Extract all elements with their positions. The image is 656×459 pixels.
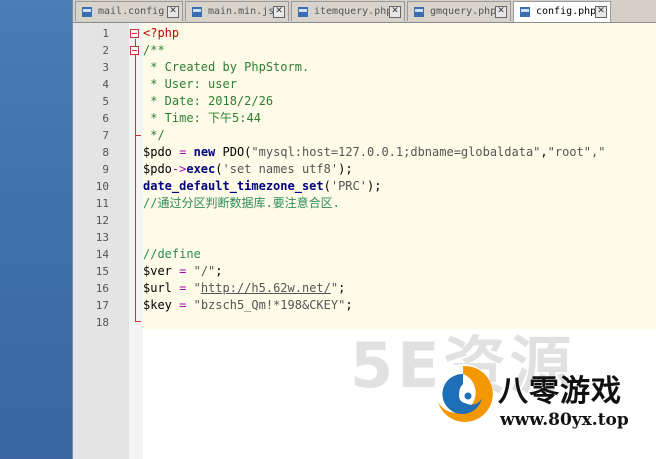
code-token: ( — [215, 162, 223, 176]
code-line-6: * Time: 下午5:44 — [143, 111, 261, 125]
code-line-10: date_default_timezone_set('PRC'); — [143, 178, 381, 195]
site-watermark: 八零游戏 www.80yx.top — [430, 352, 656, 459]
desktop-background-strip — [0, 0, 72, 459]
code-line-2: /** — [143, 43, 165, 57]
line-number-gutter: 1 2 3 4 5 6 7 8 9 10 11 12 13 14 15 16 1… — [73, 23, 129, 459]
code-line-5: * Date: 2018/2/26 — [143, 94, 274, 108]
close-icon[interactable]: ✕ — [389, 6, 401, 18]
tab-gmquery-php[interactable]: gmquery.php ✕ — [407, 1, 511, 21]
code-token: = — [171, 298, 194, 312]
code-token: 'PRC' — [330, 179, 367, 193]
code-token: $pdo — [143, 162, 172, 176]
code-token: " — [193, 281, 201, 295]
line-number: 6 — [102, 112, 109, 125]
code-token: exec — [186, 162, 216, 176]
code-token: $key — [143, 298, 172, 312]
code-token: "bzsch5_Qm!*198&CKEY" — [193, 298, 346, 312]
line-number: 14 — [95, 248, 109, 261]
fold-toggle-icon[interactable] — [130, 46, 139, 55]
code-token: "mysql:host=127.0.0.1;dbname=globaldata" — [251, 145, 541, 159]
line-number: 2 — [102, 44, 109, 57]
line-number: 15 — [95, 265, 109, 278]
tab-config-php[interactable]: config.php ✕ — [513, 1, 611, 22]
line-number: 4 — [102, 78, 109, 91]
code-token: 'set names utf8' — [222, 162, 339, 176]
close-icon[interactable]: ✕ — [495, 6, 507, 18]
code-token: $pdo — [143, 145, 172, 159]
fold-toggle-icon[interactable] — [130, 29, 139, 38]
code-line-3: * Created by PhpStorm. — [143, 60, 310, 74]
code-line-8: $pdo = new PDO("mysql:host=127.0.0.1;dbn… — [143, 144, 605, 161]
code-token: ); — [366, 179, 382, 193]
fold-guide-line — [135, 39, 136, 321]
tab-mail-config[interactable]: mail.config ✕ — [75, 1, 183, 21]
file-icon — [520, 7, 530, 17]
tab-label: mail.config — [98, 6, 165, 17]
line-number: 5 — [102, 95, 109, 108]
line-number: 16 — [95, 282, 109, 295]
line-number: 1 — [102, 27, 109, 40]
swirl-logo-icon — [433, 364, 493, 424]
file-icon — [192, 7, 202, 17]
code-token: ," — [590, 145, 606, 159]
tab-label: itemquery.php — [314, 6, 393, 17]
code-token: ( — [323, 179, 331, 193]
code-line-16: $url = "http://h5.62w.net/"; — [143, 280, 345, 297]
close-icon[interactable]: ✕ — [273, 6, 285, 18]
watermark-url: www.80yx.top — [500, 410, 629, 430]
code-token: = — [171, 145, 194, 159]
code-token: = — [171, 264, 194, 278]
code-token: = — [171, 281, 194, 295]
tab-itemquery-php[interactable]: itemquery.php ✕ — [291, 1, 405, 21]
line-number: 8 — [102, 146, 109, 159]
code-line-14: //define — [143, 247, 201, 261]
code-token: $url — [143, 281, 172, 295]
line-number: 12 — [95, 214, 109, 227]
code-token: ; — [338, 281, 346, 295]
code-token: "/" — [193, 264, 216, 278]
file-icon — [82, 7, 92, 17]
tab-label: main.min.js — [208, 6, 275, 17]
line-number: 10 — [95, 180, 109, 193]
code-token: $ver — [143, 264, 172, 278]
line-number: 7 — [102, 129, 109, 142]
fold-end-marker — [135, 135, 141, 136]
fold-margin — [129, 23, 143, 459]
code-line-15: $ver = "/"; — [143, 263, 223, 280]
code-token: ; — [215, 264, 223, 278]
tab-label: gmquery.php — [430, 6, 497, 17]
code-token: date_default_timezone_set — [143, 179, 324, 193]
tab-label: config.php — [536, 6, 597, 17]
line-number: 3 — [102, 61, 109, 74]
tab-main-min-js[interactable]: main.min.js ✕ — [185, 1, 289, 21]
line-number: 11 — [95, 197, 109, 210]
line-number: 17 — [95, 299, 109, 312]
code-token: ; — [345, 298, 353, 312]
code-line-7: */ — [143, 128, 165, 142]
code-line-17: $key = "bzsch5_Qm!*198&CKEY"; — [143, 297, 353, 314]
line-number: 13 — [95, 231, 109, 244]
code-token: PDO( — [215, 145, 252, 159]
code-token: , — [540, 145, 548, 159]
code-line-4: * User: user — [143, 77, 237, 91]
close-icon[interactable]: ✕ — [595, 6, 607, 18]
code-token: -> — [171, 162, 187, 176]
code-line-1: <?php — [143, 26, 180, 40]
file-icon — [414, 7, 424, 17]
code-url-link[interactable]: http://h5.62w.net/ — [201, 281, 331, 295]
line-number: 9 — [102, 163, 109, 176]
watermark-brand-name: 八零游戏 — [498, 374, 622, 409]
code-line-9: $pdo->exec('set names utf8'); — [143, 161, 353, 178]
code-token: "root" — [547, 145, 591, 159]
line-number: 18 — [95, 316, 109, 329]
file-icon — [298, 7, 308, 17]
tab-bar: mail.config ✕ main.min.js ✕ itemquery.ph… — [73, 0, 656, 23]
close-icon[interactable]: ✕ — [167, 6, 179, 18]
fold-end-marker — [135, 321, 141, 322]
code-line-11: //通过分区判断数据库.要注意合区. — [143, 196, 340, 210]
code-token: ); — [338, 162, 353, 176]
code-token: new — [193, 145, 216, 159]
